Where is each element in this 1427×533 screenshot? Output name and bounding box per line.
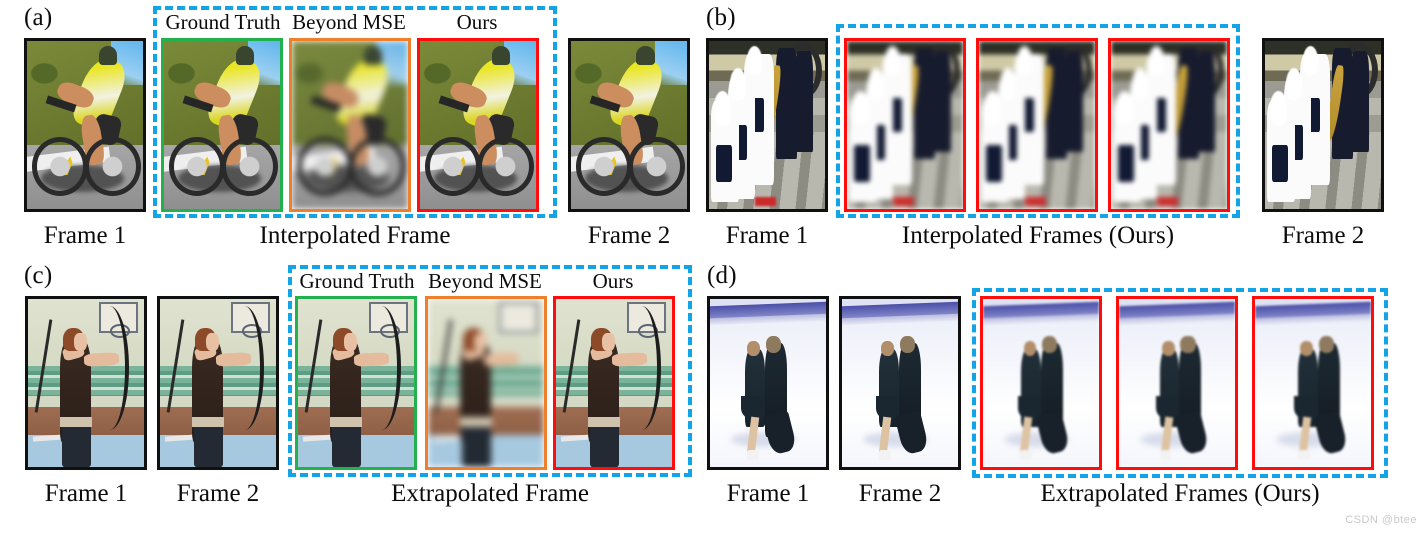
panel-c-ours-image: [553, 296, 675, 470]
csdn-watermark: CSDN @btee: [1345, 514, 1417, 526]
panel-a-ground-truth-image: [161, 38, 283, 212]
panel-a-group-caption: Interpolated Frame: [259, 222, 451, 249]
panel-c-ground-truth-image: [295, 296, 417, 470]
panel-c-tag: (c): [24, 262, 53, 289]
panel-c-frame1-caption: Frame 1: [44, 480, 128, 507]
panel-c-ground-truth-label: Ground Truth: [299, 269, 415, 293]
panel-b-group-caption: Interpolated Frames (Ours): [901, 222, 1175, 249]
panel-a-ground-truth-label: Ground Truth: [165, 10, 281, 34]
panel-a-frame2-caption: Frame 2: [587, 222, 671, 249]
panel-c-beyond-mse-label: Beyond MSE: [428, 269, 542, 293]
panel-a-frame1-caption: Frame 1: [43, 222, 127, 249]
panel-b-interpolated-image-2: [976, 38, 1098, 212]
panel-d-frame1-image: [707, 296, 829, 470]
panel-a-beyond-mse-image: [289, 38, 411, 212]
panel-a-ours-image: [417, 38, 539, 212]
panel-b-frame2-image: [1262, 38, 1384, 212]
figure-canvas: (a) Ground Truth Beyond MSE Ours Frame 1…: [0, 0, 1427, 533]
panel-c-ours-label: Ours: [592, 269, 634, 293]
panel-a-frame1-image: [24, 38, 146, 212]
panel-b-frame1-image: [706, 38, 828, 212]
panel-a-beyond-mse-label: Beyond MSE: [292, 10, 406, 34]
panel-c-beyond-mse-image: [425, 296, 547, 470]
panel-b-tag: (b): [706, 4, 736, 31]
panel-c-group-caption: Extrapolated Frame: [391, 480, 589, 507]
panel-a-tag: (a): [24, 4, 53, 31]
panel-c-frame1-image: [25, 296, 147, 470]
panel-b-frame2-caption: Frame 2: [1281, 222, 1365, 249]
panel-d-tag: (d): [707, 262, 737, 289]
panel-a-ours-label: Ours: [456, 10, 498, 34]
panel-d-frame2-caption: Frame 2: [858, 480, 942, 507]
panel-b-frame1-caption: Frame 1: [725, 222, 809, 249]
panel-c-frame2-image: [157, 296, 279, 470]
panel-d-group-caption: Extrapolated Frames (Ours): [1040, 480, 1320, 507]
panel-c-frame2-caption: Frame 2: [176, 480, 260, 507]
panel-d-frame2-image: [839, 296, 961, 470]
panel-b-interpolated-image-1: [844, 38, 966, 212]
panel-d-extrapolated-image-1: [980, 296, 1102, 470]
panel-d-extrapolated-image-3: [1252, 296, 1374, 470]
panel-d-frame1-caption: Frame 1: [726, 480, 810, 507]
panel-a-frame2-image: [568, 38, 690, 212]
panel-b-interpolated-image-3: [1108, 38, 1230, 212]
panel-d-extrapolated-image-2: [1116, 296, 1238, 470]
